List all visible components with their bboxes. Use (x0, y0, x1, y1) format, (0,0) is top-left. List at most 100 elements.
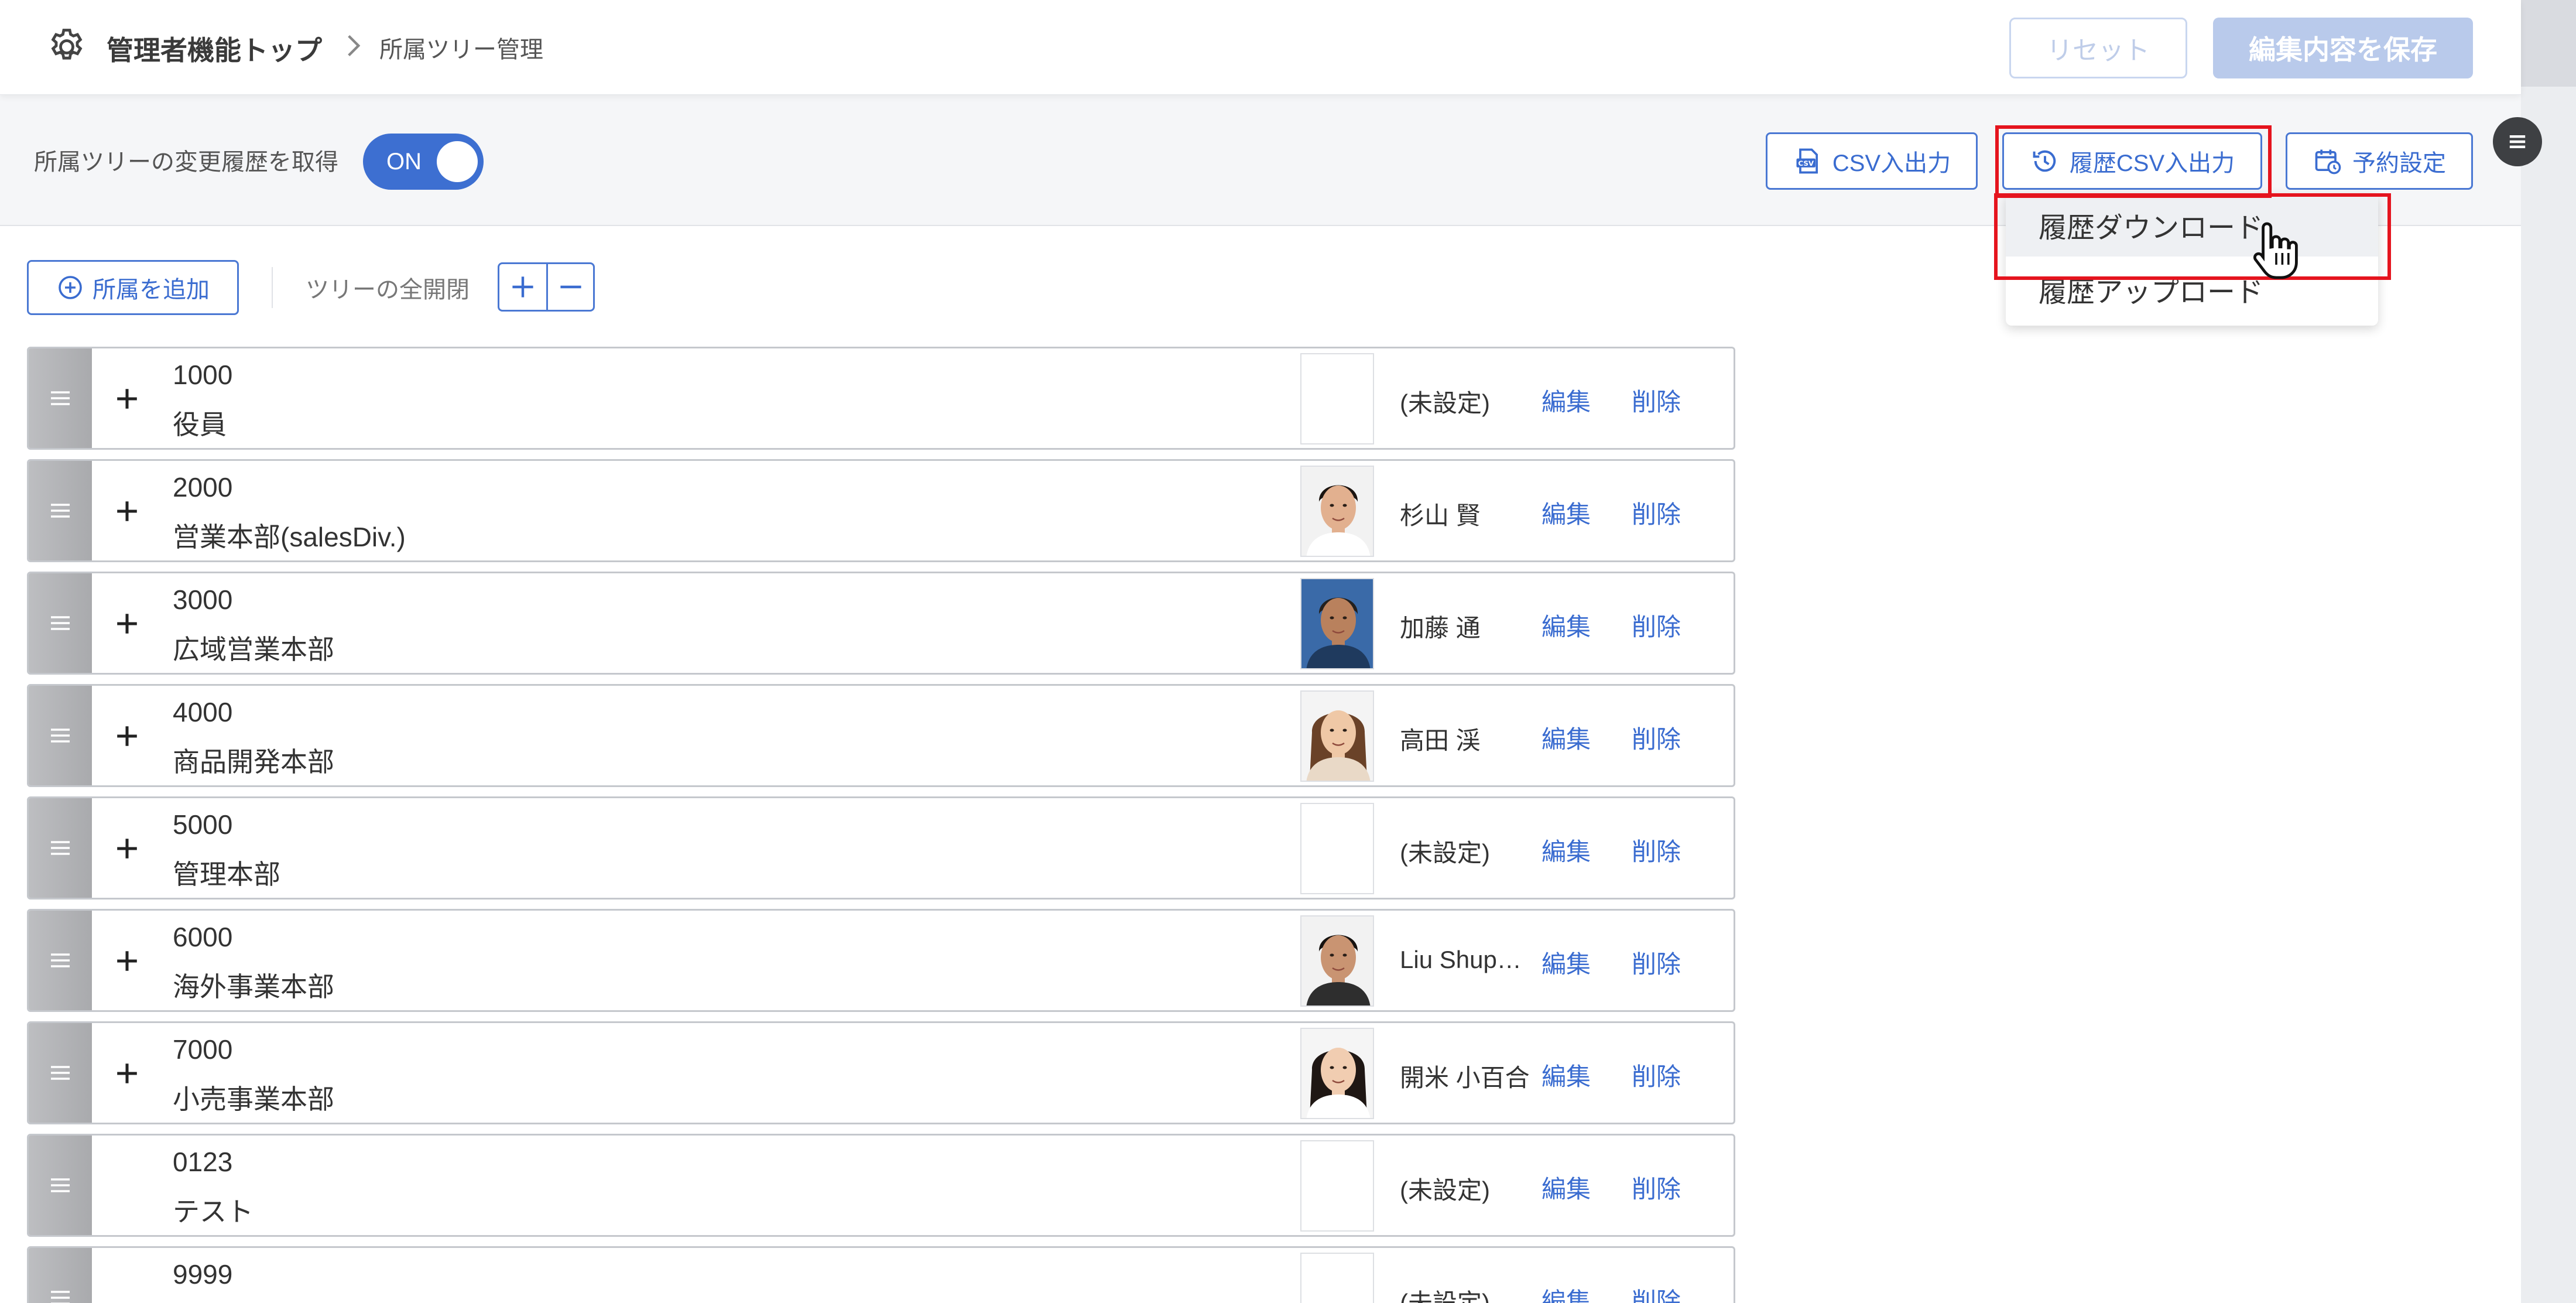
add-department-label: 所属を追加 (93, 277, 210, 303)
breadcrumb-top-link[interactable]: 管理者機能トップ (107, 29, 322, 68)
manager-photo (1300, 1253, 1374, 1303)
department-code: 6000 (173, 922, 233, 952)
department-name: 役員 (173, 409, 227, 440)
history-toggle[interactable]: ON (363, 134, 484, 190)
drag-handle[interactable] (29, 798, 92, 898)
tree-row[interactable]: 4000 商品開発本部 高田 渓 編集 削除 (27, 684, 1735, 787)
delete-link[interactable]: 削除 (1632, 720, 1681, 755)
department-code: 9999 (173, 1259, 233, 1290)
tree-row[interactable]: 2000 営業本部(salesDiv.) 杉山 賢 編集 削除 (27, 459, 1735, 562)
history-csv-io-button[interactable]: 履歴CSV入出力 (2002, 132, 2262, 190)
department-code: 3000 (173, 584, 233, 615)
manager-name: 高田 渓 (1400, 727, 1481, 754)
manager-photo (1300, 1140, 1374, 1232)
history-csv-dropdown: 履歴ダウンロード 履歴アップロード (2006, 193, 2378, 326)
tree-row[interactable]: 5000 管理本部 (未設定) 編集 削除 (27, 796, 1735, 900)
menu-button[interactable] (2493, 117, 2542, 166)
drag-handle[interactable] (29, 1023, 92, 1123)
expand-row-icon[interactable] (111, 945, 143, 977)
history-csv-io-label: 履歴CSV入出力 (2069, 151, 2235, 176)
tree-row[interactable]: 9999 (未設定) 編集 削除 (27, 1246, 1735, 1303)
drag-handle-icon (51, 391, 70, 405)
edit-link[interactable]: 編集 (1542, 945, 1591, 980)
schedule-settings-label: 予約設定 (2352, 151, 2446, 176)
manager-photo (1300, 466, 1374, 557)
department-code: 2000 (173, 472, 233, 502)
expand-all-label: ツリーの全開閉 (306, 277, 470, 303)
toggle-state-label: ON (386, 149, 422, 175)
department-name: 営業本部(salesDiv.) (173, 522, 406, 552)
drag-handle[interactable] (29, 348, 92, 448)
add-department-button[interactable]: 所属を追加 (27, 260, 239, 315)
delete-link[interactable]: 削除 (1632, 945, 1681, 980)
toggle-knob (437, 141, 478, 182)
drag-handle-icon (51, 1291, 70, 1303)
expand-row-icon[interactable] (111, 720, 143, 753)
manager-photo (1300, 1028, 1374, 1119)
edit-link[interactable]: 編集 (1542, 1169, 1591, 1205)
edit-link[interactable]: 編集 (1542, 1282, 1591, 1303)
csv-io-label: CSV入出力 (1832, 151, 1951, 176)
tree-row[interactable]: 3000 広域営業本部 加藤 通 編集 削除 (27, 572, 1735, 675)
drag-handle-icon (51, 729, 70, 743)
expand-row-icon[interactable] (111, 607, 143, 640)
gear-icon[interactable] (46, 26, 88, 68)
manager-photo (1300, 353, 1374, 444)
department-code: 5000 (173, 809, 233, 840)
edit-link[interactable]: 編集 (1542, 720, 1591, 755)
expand-row-icon[interactable] (111, 495, 143, 528)
drag-handle[interactable] (29, 573, 92, 673)
drag-handle[interactable] (29, 461, 92, 560)
edit-link[interactable]: 編集 (1542, 832, 1591, 868)
expand-row-icon[interactable] (111, 832, 143, 865)
csv-io-button[interactable]: CSV CSV入出力 (1766, 132, 1978, 190)
delete-link[interactable]: 削除 (1632, 607, 1681, 643)
drag-handle[interactable] (29, 911, 92, 1010)
manager-name: 開米 小百合 (1400, 1064, 1530, 1092)
minus-icon (560, 285, 581, 289)
expand-row-icon[interactable] (111, 1057, 143, 1090)
manager-photo (1300, 690, 1374, 782)
expand-row-icon[interactable] (111, 382, 143, 415)
calendar-clock-icon (2315, 149, 2341, 175)
save-button[interactable]: 編集内容を保存 (2213, 18, 2473, 78)
department-name: 管理本部 (173, 859, 280, 890)
collapse-all-button[interactable] (546, 264, 593, 310)
tree-row[interactable]: 0123 テスト (未設定) 編集 削除 (27, 1134, 1735, 1237)
schedule-settings-button[interactable]: 予約設定 (2286, 132, 2473, 190)
expand-all-button[interactable] (499, 264, 546, 310)
plus-circle-icon (59, 276, 82, 299)
tree-row[interactable]: 1000 役員 (未設定) 編集 削除 (27, 347, 1735, 450)
delete-link[interactable]: 削除 (1632, 382, 1681, 418)
manager-photo (1300, 915, 1374, 1007)
drag-handle[interactable] (29, 686, 92, 785)
history-setting-label: 所属ツリーの変更履歴を取得 (34, 149, 338, 175)
history-download-item[interactable]: 履歴ダウンロード (2006, 193, 2378, 257)
reset-button[interactable]: リセット (2009, 18, 2187, 78)
drag-handle-icon (51, 841, 70, 855)
drag-handle-icon (51, 953, 70, 967)
delete-link[interactable]: 削除 (1632, 832, 1681, 868)
manager-name: (未設定) (1400, 1177, 1490, 1204)
drag-handle[interactable] (29, 1136, 92, 1235)
manager-photo (1300, 803, 1374, 894)
drag-handle[interactable] (29, 1248, 92, 1303)
drag-handle-icon (51, 504, 70, 518)
edit-link[interactable]: 編集 (1542, 495, 1591, 531)
edit-link[interactable]: 編集 (1542, 382, 1591, 418)
department-name: 広域営業本部 (173, 634, 334, 665)
department-code: 7000 (173, 1034, 233, 1065)
delete-link[interactable]: 削除 (1632, 495, 1681, 531)
history-upload-item[interactable]: 履歴アップロード (2006, 258, 2378, 321)
delete-link[interactable]: 削除 (1632, 1057, 1681, 1093)
edit-link[interactable]: 編集 (1542, 607, 1591, 643)
department-code: 4000 (173, 697, 233, 727)
edit-link[interactable]: 編集 (1542, 1057, 1591, 1093)
delete-link[interactable]: 削除 (1632, 1282, 1681, 1303)
hamburger-icon (2509, 135, 2526, 148)
tree-row[interactable]: 6000 海外事業本部 Liu Shup… 編集 削除 (27, 909, 1735, 1012)
tree-row[interactable]: 7000 小売事業本部 開米 小百合 編集 削除 (27, 1021, 1735, 1124)
csv-file-icon: CSV (1796, 148, 1818, 174)
delete-link[interactable]: 削除 (1632, 1169, 1681, 1205)
expand-collapse-group (498, 262, 595, 312)
